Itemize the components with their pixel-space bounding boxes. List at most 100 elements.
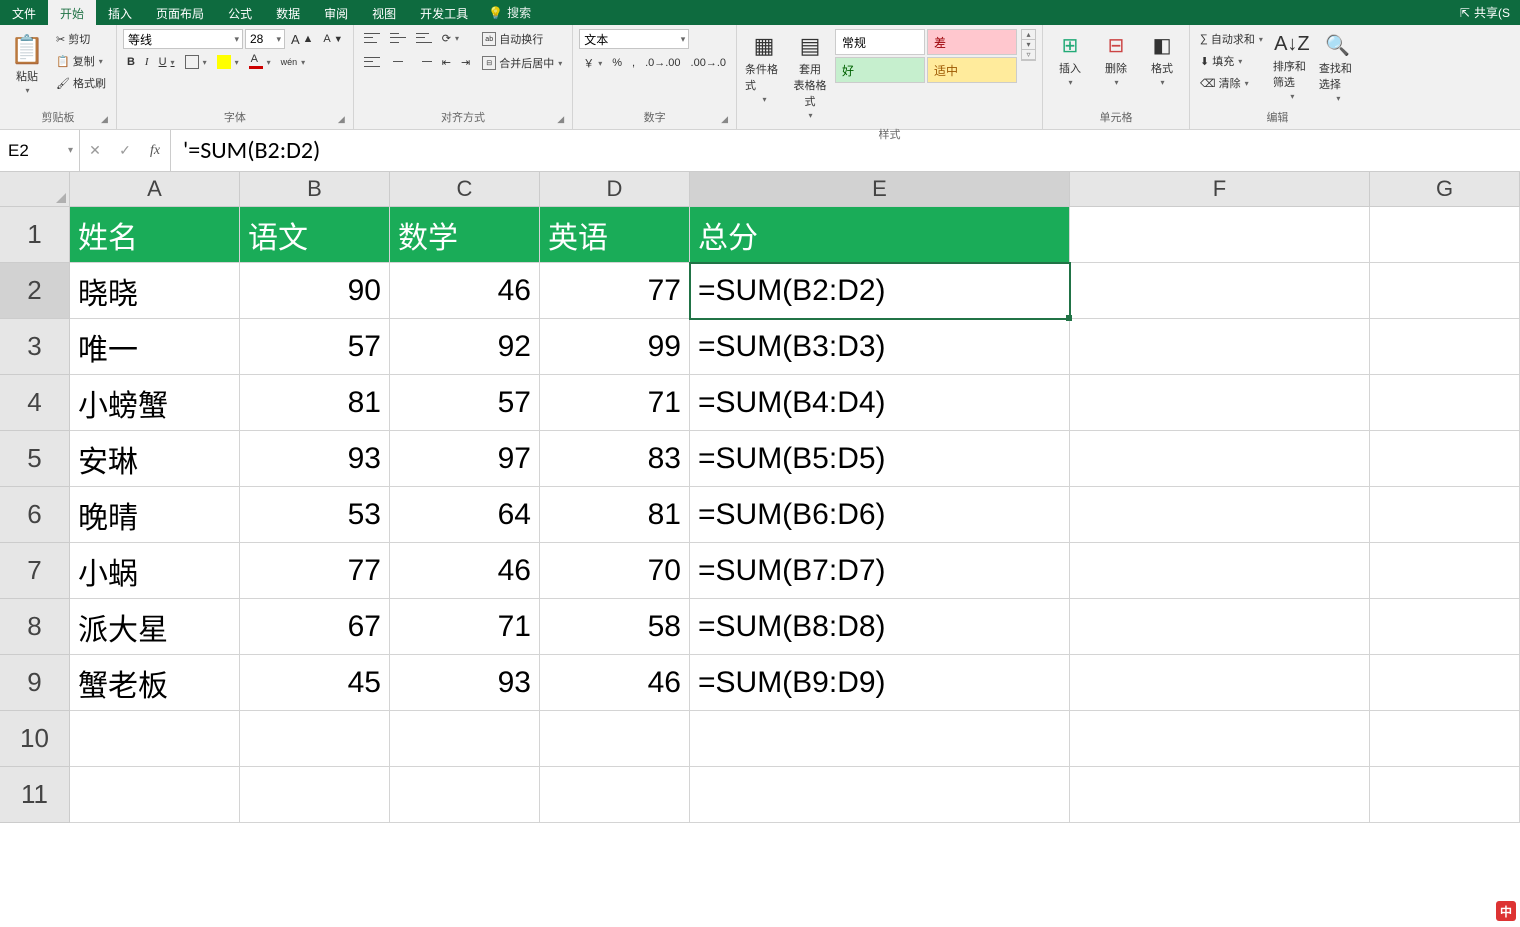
cell-F9[interactable] xyxy=(1070,655,1370,711)
tab-insert[interactable]: 插入 xyxy=(96,0,144,25)
col-header-E[interactable]: E xyxy=(690,172,1070,206)
align-left-button[interactable] xyxy=(360,53,384,71)
clear-button[interactable]: ⌫清除▾ xyxy=(1196,73,1267,93)
cell-F11[interactable] xyxy=(1070,767,1370,823)
align-bottom-button[interactable] xyxy=(412,29,436,47)
col-header-A[interactable]: A xyxy=(70,172,240,206)
cell-F7[interactable] xyxy=(1070,543,1370,599)
align-middle-button[interactable] xyxy=(386,29,410,47)
increase-indent-button[interactable]: ⇥ xyxy=(457,54,474,71)
cell-B3[interactable]: 57 xyxy=(240,319,390,375)
font-size-combo[interactable]: 28 xyxy=(245,29,285,49)
decrease-indent-button[interactable]: ⇤ xyxy=(438,54,455,71)
row-header-8[interactable]: 8 xyxy=(0,599,70,655)
cell-F5[interactable] xyxy=(1070,431,1370,487)
grow-font-button[interactable]: A▲ xyxy=(287,30,317,49)
cell-G10[interactable] xyxy=(1370,711,1520,767)
cell-G4[interactable] xyxy=(1370,375,1520,431)
cell-G9[interactable] xyxy=(1370,655,1520,711)
insert-function-button[interactable]: fx xyxy=(140,130,170,171)
cell-E1[interactable]: 总分 xyxy=(690,207,1070,263)
align-top-button[interactable] xyxy=(360,29,384,47)
align-right-button[interactable] xyxy=(412,53,436,71)
cancel-formula-button[interactable]: ✕ xyxy=(80,130,110,171)
tab-formulas[interactable]: 公式 xyxy=(216,0,264,25)
col-header-D[interactable]: D xyxy=(540,172,690,206)
cell-E8[interactable]: =SUM(B8:D8) xyxy=(690,599,1070,655)
cell-B9[interactable]: 45 xyxy=(240,655,390,711)
cell-D8[interactable]: 58 xyxy=(540,599,690,655)
cell-B4[interactable]: 81 xyxy=(240,375,390,431)
cell-G2[interactable] xyxy=(1370,263,1520,319)
sort-filter-button[interactable]: A↓Z排序和筛选▾ xyxy=(1271,29,1313,105)
format-painter-button[interactable]: 格式刷 xyxy=(52,73,110,93)
row-header-6[interactable]: 6 xyxy=(0,487,70,543)
cell-A5[interactable]: 安琳 xyxy=(70,431,240,487)
style-bad[interactable]: 差 xyxy=(927,29,1017,55)
format-cells-button[interactable]: ◧格式▾ xyxy=(1141,29,1183,91)
cell-G7[interactable] xyxy=(1370,543,1520,599)
cell-B8[interactable]: 67 xyxy=(240,599,390,655)
cell-C3[interactable]: 92 xyxy=(390,319,540,375)
border-button[interactable]: ▾ xyxy=(181,53,211,71)
tab-file[interactable]: 文件 xyxy=(0,0,48,25)
cell-D1[interactable]: 英语 xyxy=(540,207,690,263)
cell-A9[interactable]: 蟹老板 xyxy=(70,655,240,711)
row-header-7[interactable]: 7 xyxy=(0,543,70,599)
cell-F1[interactable] xyxy=(1070,207,1370,263)
cell-B6[interactable]: 53 xyxy=(240,487,390,543)
merge-center-button[interactable]: ⊟合并后居中▾ xyxy=(478,53,566,73)
chevron-down-icon[interactable]: ▾ xyxy=(1022,40,1035,50)
font-name-combo[interactable]: 等线 xyxy=(123,29,243,49)
cell-A1[interactable]: 姓名 xyxy=(70,207,240,263)
style-neutral[interactable]: 适中 xyxy=(927,57,1017,83)
tab-developer[interactable]: 开发工具 xyxy=(408,0,480,25)
cell-D3[interactable]: 99 xyxy=(540,319,690,375)
cell-C1[interactable]: 数学 xyxy=(390,207,540,263)
phonetic-button[interactable]: wén▾ xyxy=(277,55,310,69)
gallery-expand-icon[interactable]: ▿ xyxy=(1022,50,1035,60)
cell-D10[interactable] xyxy=(540,711,690,767)
cell-D2[interactable]: 77 xyxy=(540,263,690,319)
bold-button[interactable]: B xyxy=(123,54,139,70)
cell-E2[interactable]: =SUM(B2:D2) xyxy=(690,263,1070,319)
cell-G11[interactable] xyxy=(1370,767,1520,823)
wrap-text-button[interactable]: ab自动换行 xyxy=(478,29,566,49)
cell-A6[interactable]: 晚晴 xyxy=(70,487,240,543)
cell-A4[interactable]: 小螃蟹 xyxy=(70,375,240,431)
delete-cells-button[interactable]: ⊟删除▾ xyxy=(1095,29,1137,91)
cell-D7[interactable]: 70 xyxy=(540,543,690,599)
select-all-corner[interactable] xyxy=(0,172,70,206)
increase-decimal-button[interactable]: .0→.00 xyxy=(641,55,684,71)
insert-cells-button[interactable]: ⊞插入▾ xyxy=(1049,29,1091,91)
row-header-4[interactable]: 4 xyxy=(0,375,70,431)
cell-D9[interactable]: 46 xyxy=(540,655,690,711)
cell-G8[interactable] xyxy=(1370,599,1520,655)
row-header-3[interactable]: 3 xyxy=(0,319,70,375)
dialog-launcher-icon[interactable]: ◢ xyxy=(338,114,345,125)
conditional-format-button[interactable]: ▦条件格式▾ xyxy=(743,29,785,108)
cell-E3[interactable]: =SUM(B3:D3) xyxy=(690,319,1070,375)
cell-C4[interactable]: 57 xyxy=(390,375,540,431)
cell-A10[interactable] xyxy=(70,711,240,767)
cell-A11[interactable] xyxy=(70,767,240,823)
underline-button[interactable]: U▾ xyxy=(155,54,179,70)
cell-F8[interactable] xyxy=(1070,599,1370,655)
style-normal[interactable]: 常规 xyxy=(835,29,925,55)
cell-E4[interactable]: =SUM(B4:D4) xyxy=(690,375,1070,431)
tell-me-search[interactable]: 💡 搜索 xyxy=(480,0,539,25)
autosum-button[interactable]: ∑自动求和▾ xyxy=(1196,29,1267,49)
dialog-launcher-icon[interactable]: ◢ xyxy=(557,114,564,125)
cell-C6[interactable]: 64 xyxy=(390,487,540,543)
dialog-launcher-icon[interactable]: ◢ xyxy=(721,114,728,125)
row-header-5[interactable]: 5 xyxy=(0,431,70,487)
cell-C5[interactable]: 97 xyxy=(390,431,540,487)
col-header-C[interactable]: C xyxy=(390,172,540,206)
find-select-button[interactable]: 🔍查找和选择▾ xyxy=(1317,29,1359,107)
cell-E7[interactable]: =SUM(B7:D7) xyxy=(690,543,1070,599)
cell-B5[interactable]: 93 xyxy=(240,431,390,487)
ime-indicator[interactable]: 中 xyxy=(1496,901,1516,921)
cell-F2[interactable] xyxy=(1070,263,1370,319)
share-button[interactable]: ⇱ 共享(S xyxy=(1450,0,1520,25)
tab-page-layout[interactable]: 页面布局 xyxy=(144,0,216,25)
